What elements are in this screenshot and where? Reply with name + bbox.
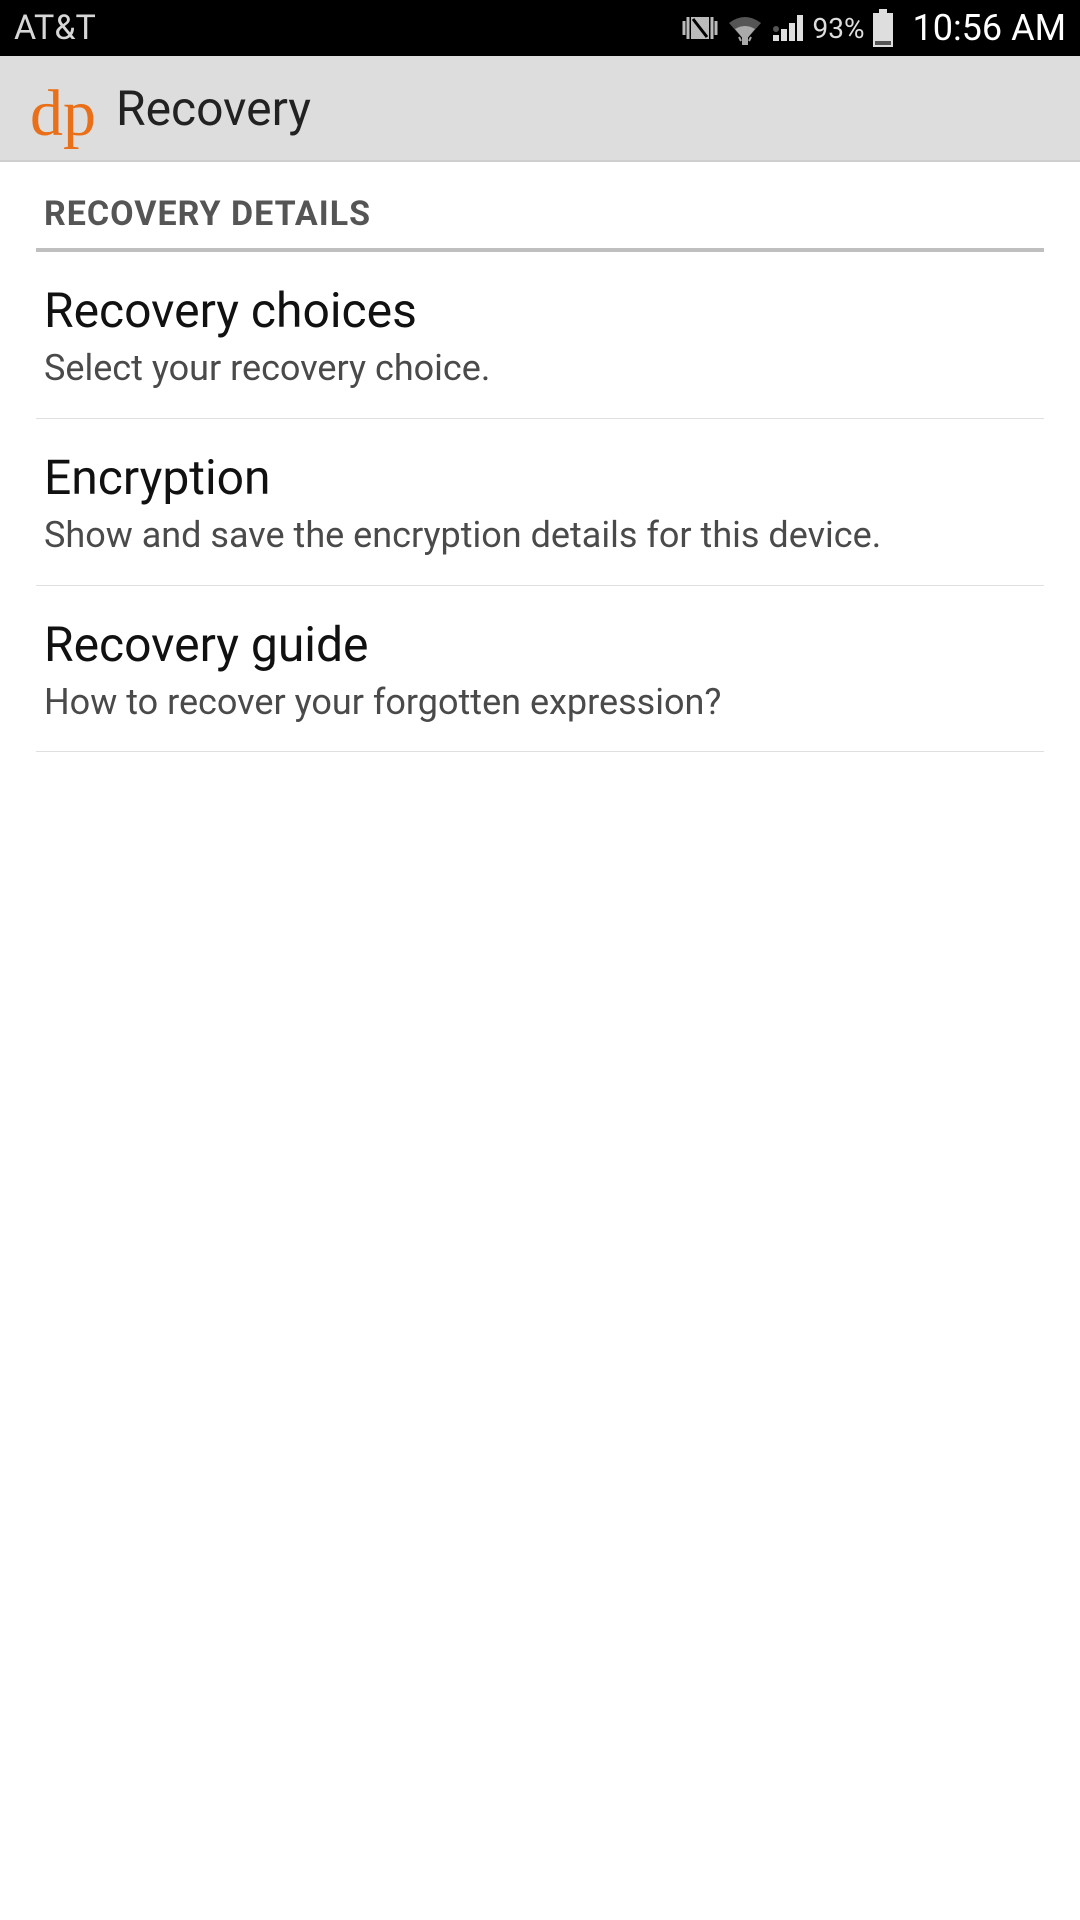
vibrate-icon — [681, 11, 719, 45]
content: RECOVERY DETAILS Recovery choices Select… — [0, 162, 1080, 752]
list-item-encryption[interactable]: Encryption Show and save the encryption … — [36, 419, 1044, 586]
status-icons: 93% — [681, 9, 895, 47]
status-bar: AT&T — [0, 0, 1080, 56]
list-item-desc: How to recover your forgotten expression… — [44, 679, 1036, 726]
list-item-title: Recovery choices — [44, 282, 1036, 339]
app-bar: dp Recovery — [0, 56, 1080, 162]
page-title: Recovery — [116, 80, 311, 137]
status-time: 10:56 AM — [913, 7, 1067, 49]
status-carrier: AT&T — [14, 8, 96, 48]
battery-icon — [871, 9, 895, 47]
section-header: RECOVERY DETAILS — [36, 162, 1044, 252]
list-item-recovery-choices[interactable]: Recovery choices Select your recovery ch… — [36, 252, 1044, 419]
signal-icon — [771, 11, 807, 45]
list-item-title: Recovery guide — [44, 616, 1036, 673]
list-item-desc: Select your recovery choice. — [44, 345, 1036, 392]
list-item-desc: Show and save the encryption details for… — [44, 512, 1036, 559]
wifi-icon — [725, 11, 765, 45]
app-logo: dp — [30, 81, 96, 147]
list-item-recovery-guide[interactable]: Recovery guide How to recover your forgo… — [36, 586, 1044, 753]
status-right: 93% 10:56 AM — [681, 7, 1066, 49]
list-item-title: Encryption — [44, 449, 1036, 506]
battery-percent: 93% — [813, 12, 865, 45]
